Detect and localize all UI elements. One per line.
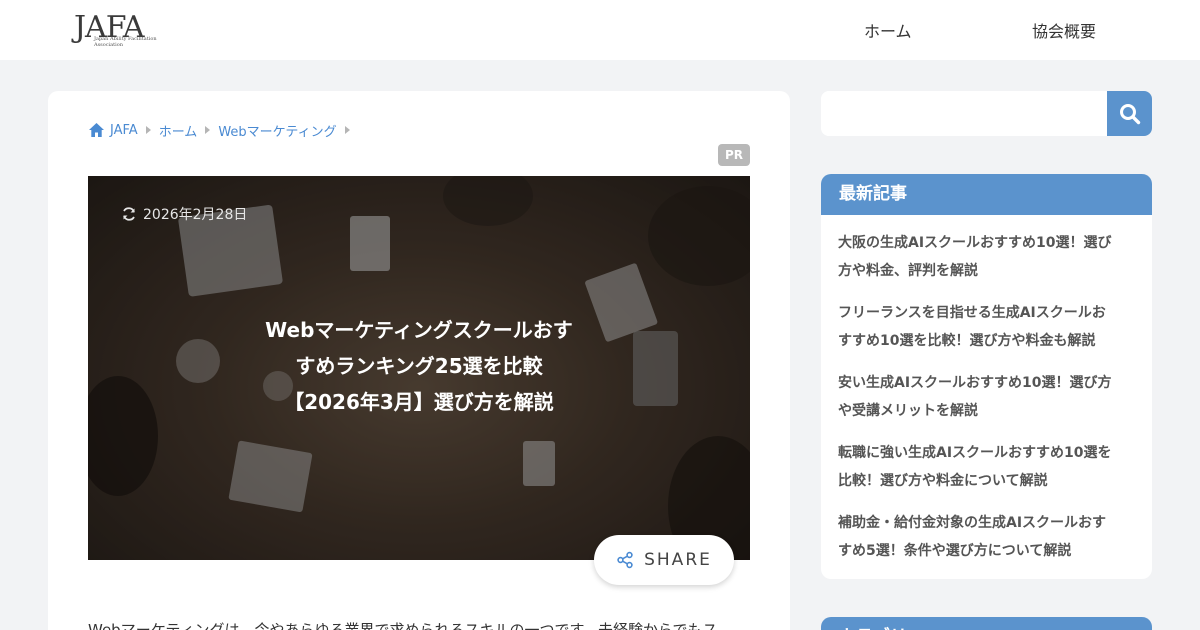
- pr-badge: PR: [718, 144, 750, 166]
- article-title-line: 【2026年3月】選び方を解説: [284, 390, 554, 414]
- site-logo[interactable]: JAFA Japan Ability Facilitation Associat…: [74, 10, 164, 52]
- recent-post-title-line: すすめ10選を比較！選び方や料金も解説: [838, 333, 1096, 349]
- search-input[interactable]: [821, 91, 1107, 136]
- article-title: Webマーケティングスクールおす すめランキング25選を比較 【2026年3月】…: [88, 312, 750, 420]
- search-box: [821, 91, 1152, 136]
- share-label: SHARE: [644, 550, 712, 570]
- article-intro: Webマーケティングは、今やあらゆる業界で求められるスキルの一つです。未経験から…: [88, 621, 718, 630]
- recent-post-title-line: 安い生成AIスクールおすすめ10選！選び方: [838, 375, 1112, 391]
- share-button[interactable]: SHARE: [594, 535, 734, 585]
- nav-about[interactable]: 協会概要: [1032, 18, 1096, 42]
- article-title-line: Webマーケティングスクールおす: [265, 318, 573, 342]
- home-icon: [89, 123, 104, 137]
- site-header: JAFA Japan Ability Facilitation Associat…: [0, 0, 1200, 60]
- recent-posts-list: 大阪の生成AIスクールおすすめ10選！選び 方や料金、評判を解説 フリーランスを…: [821, 215, 1152, 579]
- breadcrumb-separator: [145, 126, 151, 134]
- breadcrumb-label: JAFA: [110, 122, 138, 138]
- nav-home[interactable]: ホーム: [864, 18, 912, 42]
- recent-post-link[interactable]: 補助金・給付金対象の生成AIスクールおす すめ5選！条件や選び方について解説: [838, 509, 1135, 579]
- refresh-icon: [123, 207, 135, 221]
- logo-subtitle: Japan Ability Facilitation Association: [94, 36, 157, 48]
- hero-image: 2026年2月28日 Webマーケティングスクールおす すめランキング25選を比…: [88, 176, 750, 560]
- recent-post-title-line: 比較！選び方や料金について解説: [838, 473, 1048, 489]
- recent-posts-heading: 最新記事: [821, 174, 1152, 215]
- recent-post-title-line: フリーランスを目指せる生成AIスクールお: [838, 305, 1106, 321]
- article-title-line: すめランキング25選を比較: [295, 354, 543, 378]
- breadcrumb-item-home[interactable]: ホーム: [159, 121, 198, 140]
- breadcrumb-item-jafa[interactable]: JAFA: [88, 122, 138, 138]
- updated-date: 2026年2月28日: [121, 204, 247, 224]
- share-icon: [617, 551, 633, 569]
- search-button[interactable]: [1107, 91, 1152, 136]
- search-icon: [1119, 103, 1140, 124]
- recent-post-link[interactable]: フリーランスを目指せる生成AIスクールお すすめ10選を比較！選び方や料金も解説: [838, 299, 1135, 369]
- breadcrumb-separator: [205, 126, 211, 134]
- categories-widget: カテゴリー: [821, 617, 1152, 630]
- breadcrumb-separator: [344, 126, 350, 134]
- recent-posts-widget: 最新記事 大阪の生成AIスクールおすすめ10選！選び 方や料金、評判を解説 フリ…: [821, 174, 1152, 579]
- recent-post-title-line: 大阪の生成AIスクールおすすめ10選！選び: [838, 235, 1112, 251]
- recent-post-link[interactable]: 大阪の生成AIスクールおすすめ10選！選び 方や料金、評判を解説: [838, 229, 1135, 299]
- categories-heading: カテゴリー: [821, 617, 1152, 630]
- breadcrumb: JAFA ホーム Webマーケティング: [88, 120, 358, 140]
- recent-post-link[interactable]: 安い生成AIスクールおすすめ10選！選び方 や受講メリットを解説: [838, 369, 1135, 439]
- recent-post-title-line: 補助金・給付金対象の生成AIスクールおす: [838, 515, 1107, 531]
- recent-post-title-line: 方や料金、評判を解説: [838, 263, 978, 279]
- breadcrumb-item-web-marketing[interactable]: Webマーケティング: [218, 121, 336, 140]
- recent-post-title-line: すめ5選！条件や選び方について解説: [838, 543, 1072, 559]
- updated-date-text: 2026年2月28日: [143, 207, 248, 223]
- recent-post-link[interactable]: 転職に強い生成AIスクールおすすめ10選を 比較！選び方や料金について解説: [838, 439, 1135, 509]
- recent-post-title-line: 転職に強い生成AIスクールおすすめ10選を: [838, 445, 1112, 461]
- recent-post-title-line: や受講メリットを解説: [838, 403, 978, 419]
